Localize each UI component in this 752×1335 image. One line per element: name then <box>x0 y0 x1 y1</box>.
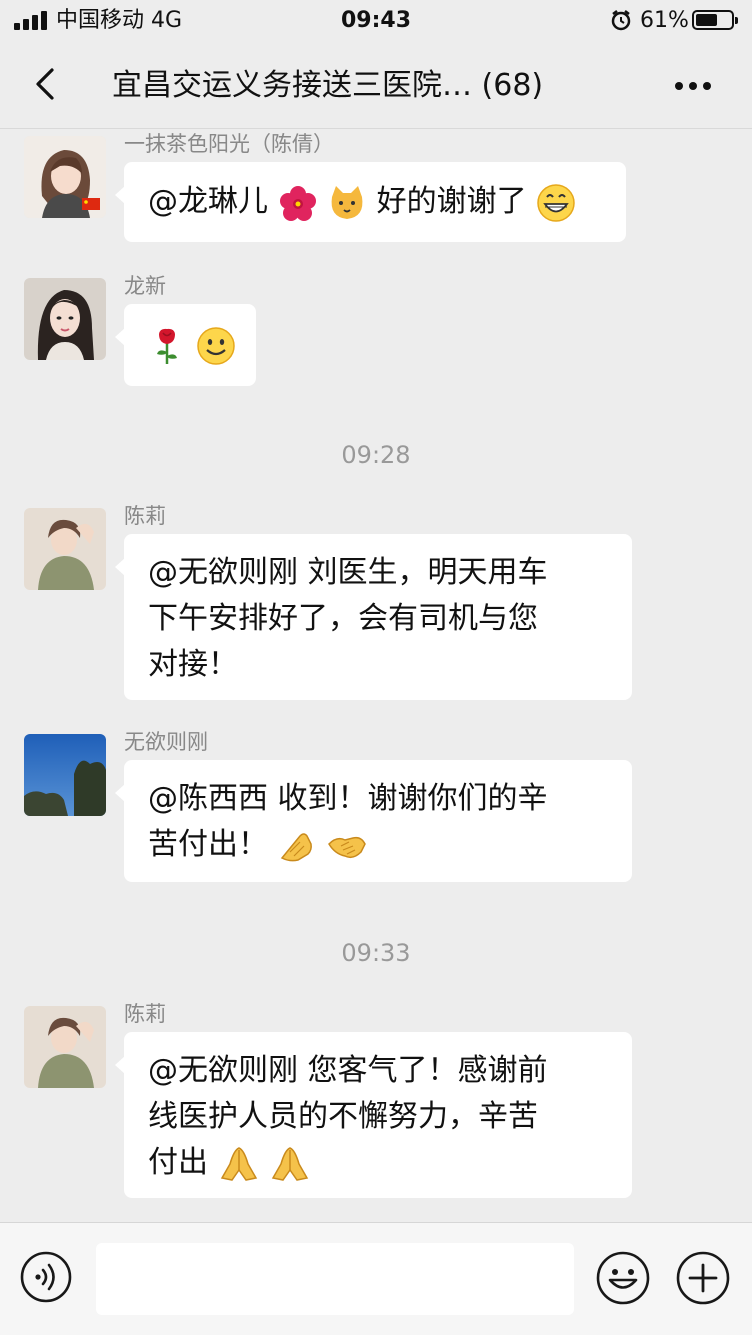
alarm-icon <box>611 10 631 31</box>
message-text: 下午安排好了，会有司机与您 <box>148 601 538 636</box>
folded-hands-emoji <box>220 1146 257 1181</box>
message-text: 付出 <box>148 1145 208 1180</box>
message-text: @陈西西 收到！谢谢你们的辛 <box>148 781 548 816</box>
battery-icon <box>692 10 738 30</box>
battery-percent: 61% <box>640 8 689 33</box>
message-text: @龙琳儿 <box>148 184 268 219</box>
message-text: 线医护人员的不懈努力，辛苦 <box>148 1099 538 1134</box>
sender-name: 无欲则刚 <box>124 730 208 754</box>
handshake-emoji <box>328 836 366 858</box>
message-text: 对接！ <box>148 647 238 682</box>
avatar[interactable] <box>24 734 106 816</box>
avatar[interactable] <box>24 278 106 360</box>
sender-name: 陈莉 <box>124 504 166 528</box>
back-chevron-icon[interactable] <box>26 64 66 104</box>
emoji-icon[interactable] <box>596 1251 650 1305</box>
chat-header: 宜昌交运义务接送三医院… (68) <box>0 44 752 129</box>
clapping-hand-emoji <box>280 832 312 861</box>
message-text: 好的谢谢了 <box>376 184 527 219</box>
smiling-face-emoji <box>196 326 235 365</box>
avatar[interactable] <box>24 1006 106 1088</box>
plus-icon[interactable] <box>676 1251 730 1305</box>
hibiscus-emoji <box>279 185 316 221</box>
message-text: @无欲则刚 您客气了！感谢前 <box>148 1053 548 1088</box>
message-bubble[interactable]: @陈西西 收到！谢谢你们的辛 苦付出！ <box>115 760 632 882</box>
avatar[interactable] <box>24 508 106 590</box>
message-bubble[interactable]: @无欲则刚 您客气了！感谢前 线医护人员的不懈努力，辛苦 付出 <box>115 1032 632 1198</box>
status-bar: 中国移动 4G 09:43 61% <box>0 0 752 44</box>
folded-hands-emoji <box>271 1146 309 1181</box>
cat-face-emoji <box>331 185 363 219</box>
member-count: (68) <box>481 68 544 103</box>
message-bubble[interactable]: @龙琳儿 好的谢谢了 <box>115 162 626 242</box>
avatar[interactable] <box>24 136 106 218</box>
input-bar <box>0 1222 752 1335</box>
sender-name: 陈莉 <box>124 1002 166 1026</box>
timestamp: 09:33 <box>341 939 411 967</box>
sender-name: 一抹茶色阳光（陈倩） <box>124 132 334 156</box>
timestamp: 09:28 <box>341 441 411 469</box>
message-bubble[interactable]: @无欲则刚 刘医生，明天用车 下午安排好了，会有司机与您 对接！ <box>115 534 632 700</box>
rose-emoji <box>157 328 177 364</box>
grinning-face-emoji <box>537 183 575 222</box>
more-options-icon[interactable] <box>670 66 716 106</box>
message-text: @无欲则刚 刘医生，明天用车 <box>148 555 548 590</box>
chat-title: 宜昌交运义务接送三医院… (68) <box>112 68 544 103</box>
message-bubble[interactable] <box>115 304 256 386</box>
sender-name: 龙新 <box>124 274 166 298</box>
voice-icon[interactable] <box>20 1251 72 1303</box>
message-text: 苦付出！ <box>148 827 268 862</box>
message-input[interactable] <box>96 1243 574 1315</box>
